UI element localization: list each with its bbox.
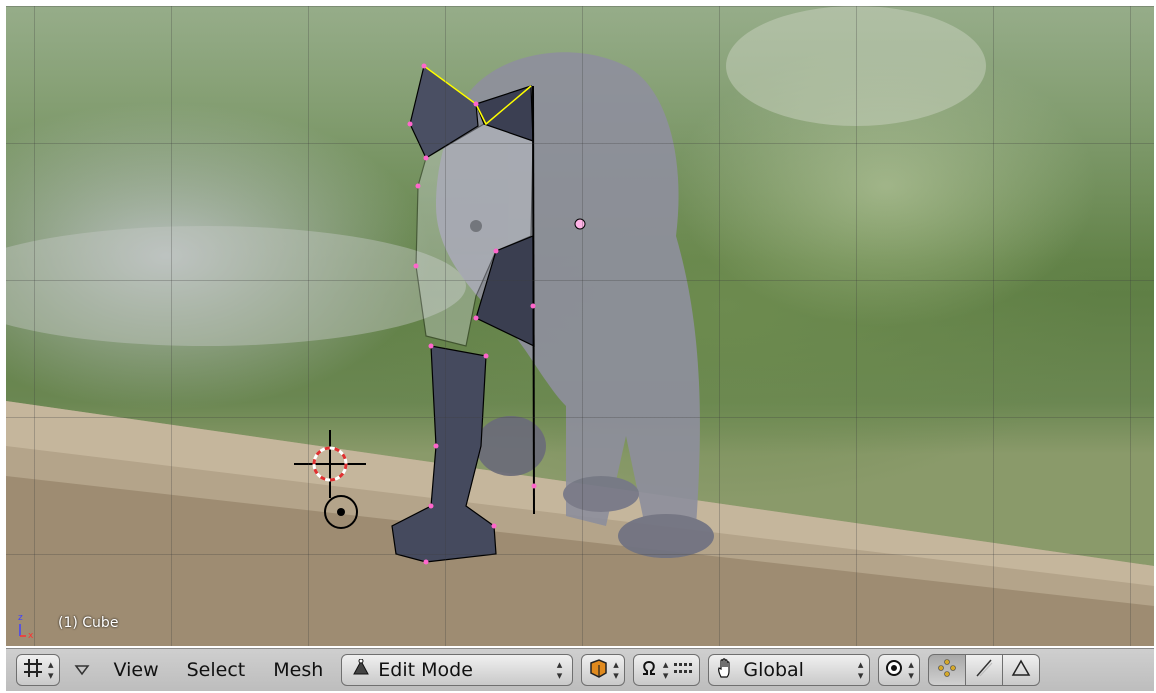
background-blur-sky [726, 6, 986, 126]
svg-text:x: x [28, 631, 34, 640]
layers-dots-icon[interactable] [672, 658, 694, 683]
pivot-selector[interactable]: ▴ ▾ [878, 654, 920, 686]
background-blur-light [6, 226, 466, 346]
edge-select-button[interactable] [964, 654, 1003, 686]
spinner-arrows-icon: ▴ ▾ [48, 658, 54, 682]
object-info-label: (1) Cube [58, 615, 119, 631]
manipulator-omega-icon [639, 658, 659, 683]
manipulator-selector[interactable]: ▴ ▾ [632, 654, 701, 686]
mode-dropdown[interactable]: Edit Mode ▴ ▾ [341, 654, 574, 686]
3d-view-header: ▴ ▾ View Select Mesh Edit Mode ▴ ▾ ▴ ▾ ▴ ▾ [6, 648, 1154, 691]
face-select-icon [1011, 658, 1031, 683]
vertex-select-button[interactable] [927, 654, 966, 686]
triangle-down-icon[interactable] [68, 659, 96, 681]
axis-indicator-icon: z x [12, 610, 42, 641]
grid-icon [22, 657, 44, 684]
viewport-shading-selector[interactable]: ▴ ▾ [581, 654, 625, 686]
spinner-arrows-icon: ▴ ▾ [556, 658, 563, 682]
svg-text:z: z [18, 613, 23, 623]
fox-leg-shadow [476, 416, 546, 476]
object-origin [574, 218, 586, 230]
mesh-mirror-edge [532, 85, 535, 515]
edge-select-icon [974, 658, 994, 683]
menu-view[interactable]: View [104, 659, 169, 681]
menu-select[interactable]: Select [177, 659, 256, 681]
menu-mesh[interactable]: Mesh [263, 659, 333, 681]
hand-icon [715, 657, 737, 684]
transform-orientation-dropdown[interactable]: Global ▴ ▾ [708, 654, 871, 686]
pivot-circle-icon [884, 658, 904, 683]
spinner-arrows-icon: ▴ ▾ [613, 658, 619, 682]
select-mode-group [927, 654, 1040, 686]
face-select-button[interactable] [1001, 654, 1040, 686]
mode-dropdown-value: Edit Mode [378, 659, 473, 681]
spinner-arrows-icon: ▴ ▾ [857, 658, 864, 682]
editor-type-selector[interactable]: ▴ ▾ [16, 654, 60, 686]
3d-viewport[interactable]: z x (1) Cube [6, 6, 1154, 646]
solid-cube-icon [587, 657, 609, 684]
fox-paw-right [618, 514, 714, 558]
spinner-arrows-icon: ▴ ▾ [662, 658, 669, 682]
viewport-scene [6, 6, 1154, 646]
vertex-select-icon [937, 658, 957, 683]
edit-mode-triangle-icon [352, 658, 370, 682]
spinner-arrows-icon: ▴ ▾ [908, 658, 914, 682]
transform-orientation-value: Global [743, 659, 804, 681]
fox-paw-left [563, 476, 639, 512]
